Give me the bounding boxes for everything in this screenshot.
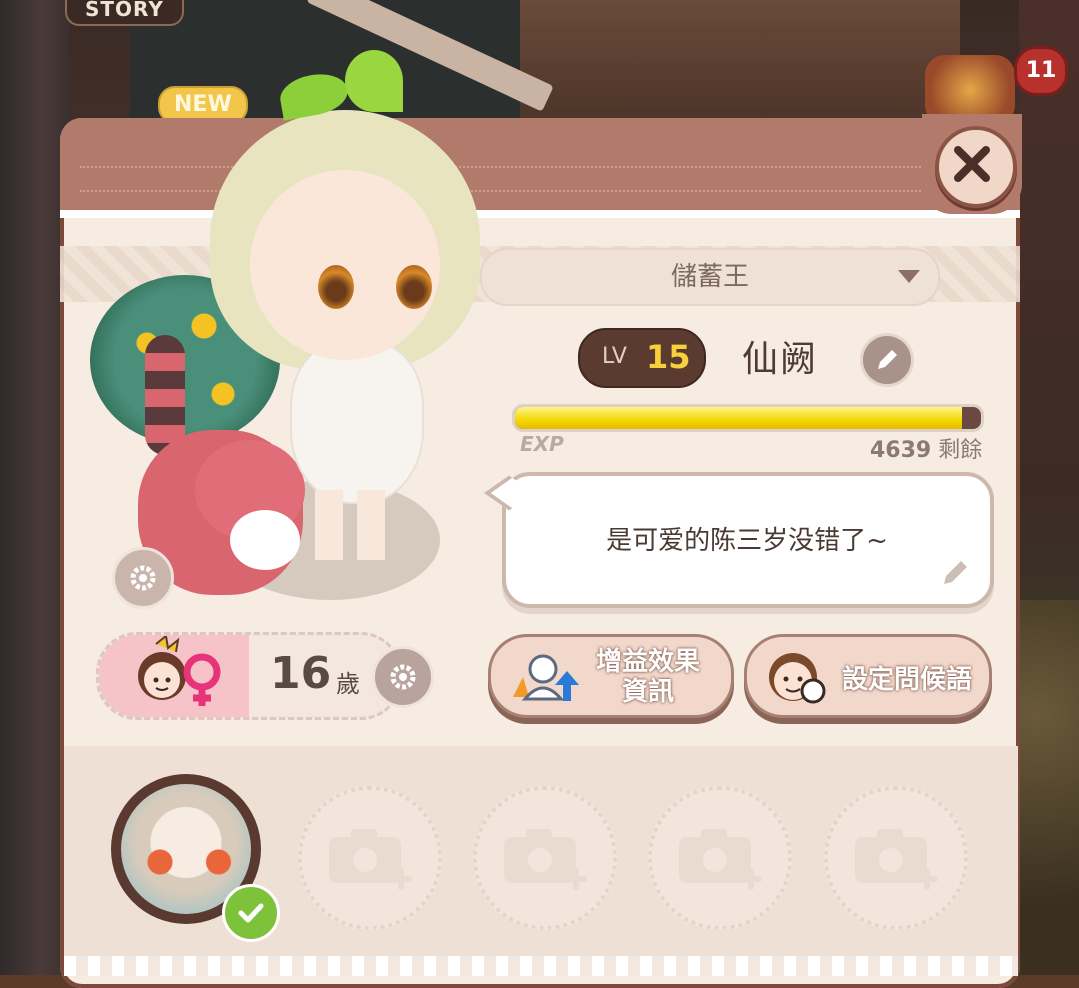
settings-icon	[130, 565, 156, 591]
exp-label: EXP	[520, 432, 564, 456]
age-settings-button[interactable]	[372, 646, 434, 708]
character-legs	[315, 490, 385, 560]
photo-strip-border	[64, 956, 1018, 976]
set-greeting-label: 設定問候語	[841, 665, 972, 695]
photo-slot-empty[interactable]	[298, 786, 442, 930]
exp-remaining: 4639 剩餘	[870, 438, 983, 463]
age-value: 16	[270, 648, 332, 699]
gender-female-icon	[138, 636, 221, 706]
title-dropdown[interactable]: 儲蓄王	[480, 248, 940, 306]
background-plant	[1019, 600, 1079, 975]
pet-cat-belly	[230, 510, 300, 570]
character-eye-right	[396, 265, 432, 309]
close-icon	[954, 146, 990, 182]
appearance-settings-button[interactable]	[112, 547, 174, 609]
character-eye-left	[318, 265, 354, 309]
character-dress	[290, 340, 424, 504]
exp-bar	[512, 404, 984, 432]
camera-icon	[679, 829, 762, 890]
photo-slot-empty[interactable]	[473, 786, 617, 930]
player-name: 仙阙	[742, 339, 819, 380]
wooden-wall	[520, 0, 960, 120]
exp-bar-fill	[515, 407, 963, 429]
buff-info-button[interactable]: 增益效果資訊	[488, 634, 734, 718]
set-greeting-button[interactable]: 設定問候語	[744, 634, 992, 718]
selected-check-badge	[222, 884, 280, 942]
title-label: 儲蓄王	[670, 262, 749, 292]
level-prefix: LV	[602, 344, 627, 369]
buff-info-label: 增益效果資訊	[595, 647, 700, 707]
edit-icon	[878, 350, 897, 369]
camera-icon	[504, 829, 587, 890]
buff-icon	[513, 654, 579, 701]
dialog-header	[60, 118, 1020, 218]
edit-name-button[interactable]	[860, 333, 914, 387]
level-value: 15	[646, 338, 691, 376]
status-message-text: 是可爱的陈三岁没错了~	[606, 526, 888, 556]
notification-badge: 11	[1014, 46, 1068, 96]
sprout-leaf-right	[345, 50, 403, 112]
camera-icon	[329, 829, 412, 890]
level-badge: LV 15	[578, 328, 706, 388]
dropdown-icon	[898, 270, 920, 283]
edit-icon[interactable]	[940, 556, 972, 588]
age-unit: 歲	[336, 670, 360, 698]
settings-icon	[390, 664, 416, 690]
camera-icon	[855, 829, 938, 890]
story-tab[interactable]: STORY	[65, 0, 184, 26]
photo-slot-empty[interactable]	[648, 786, 792, 930]
greeting-icon	[769, 653, 826, 704]
close-button[interactable]	[922, 114, 1022, 214]
check-icon	[238, 903, 264, 923]
photo-slot-empty[interactable]	[824, 786, 968, 930]
